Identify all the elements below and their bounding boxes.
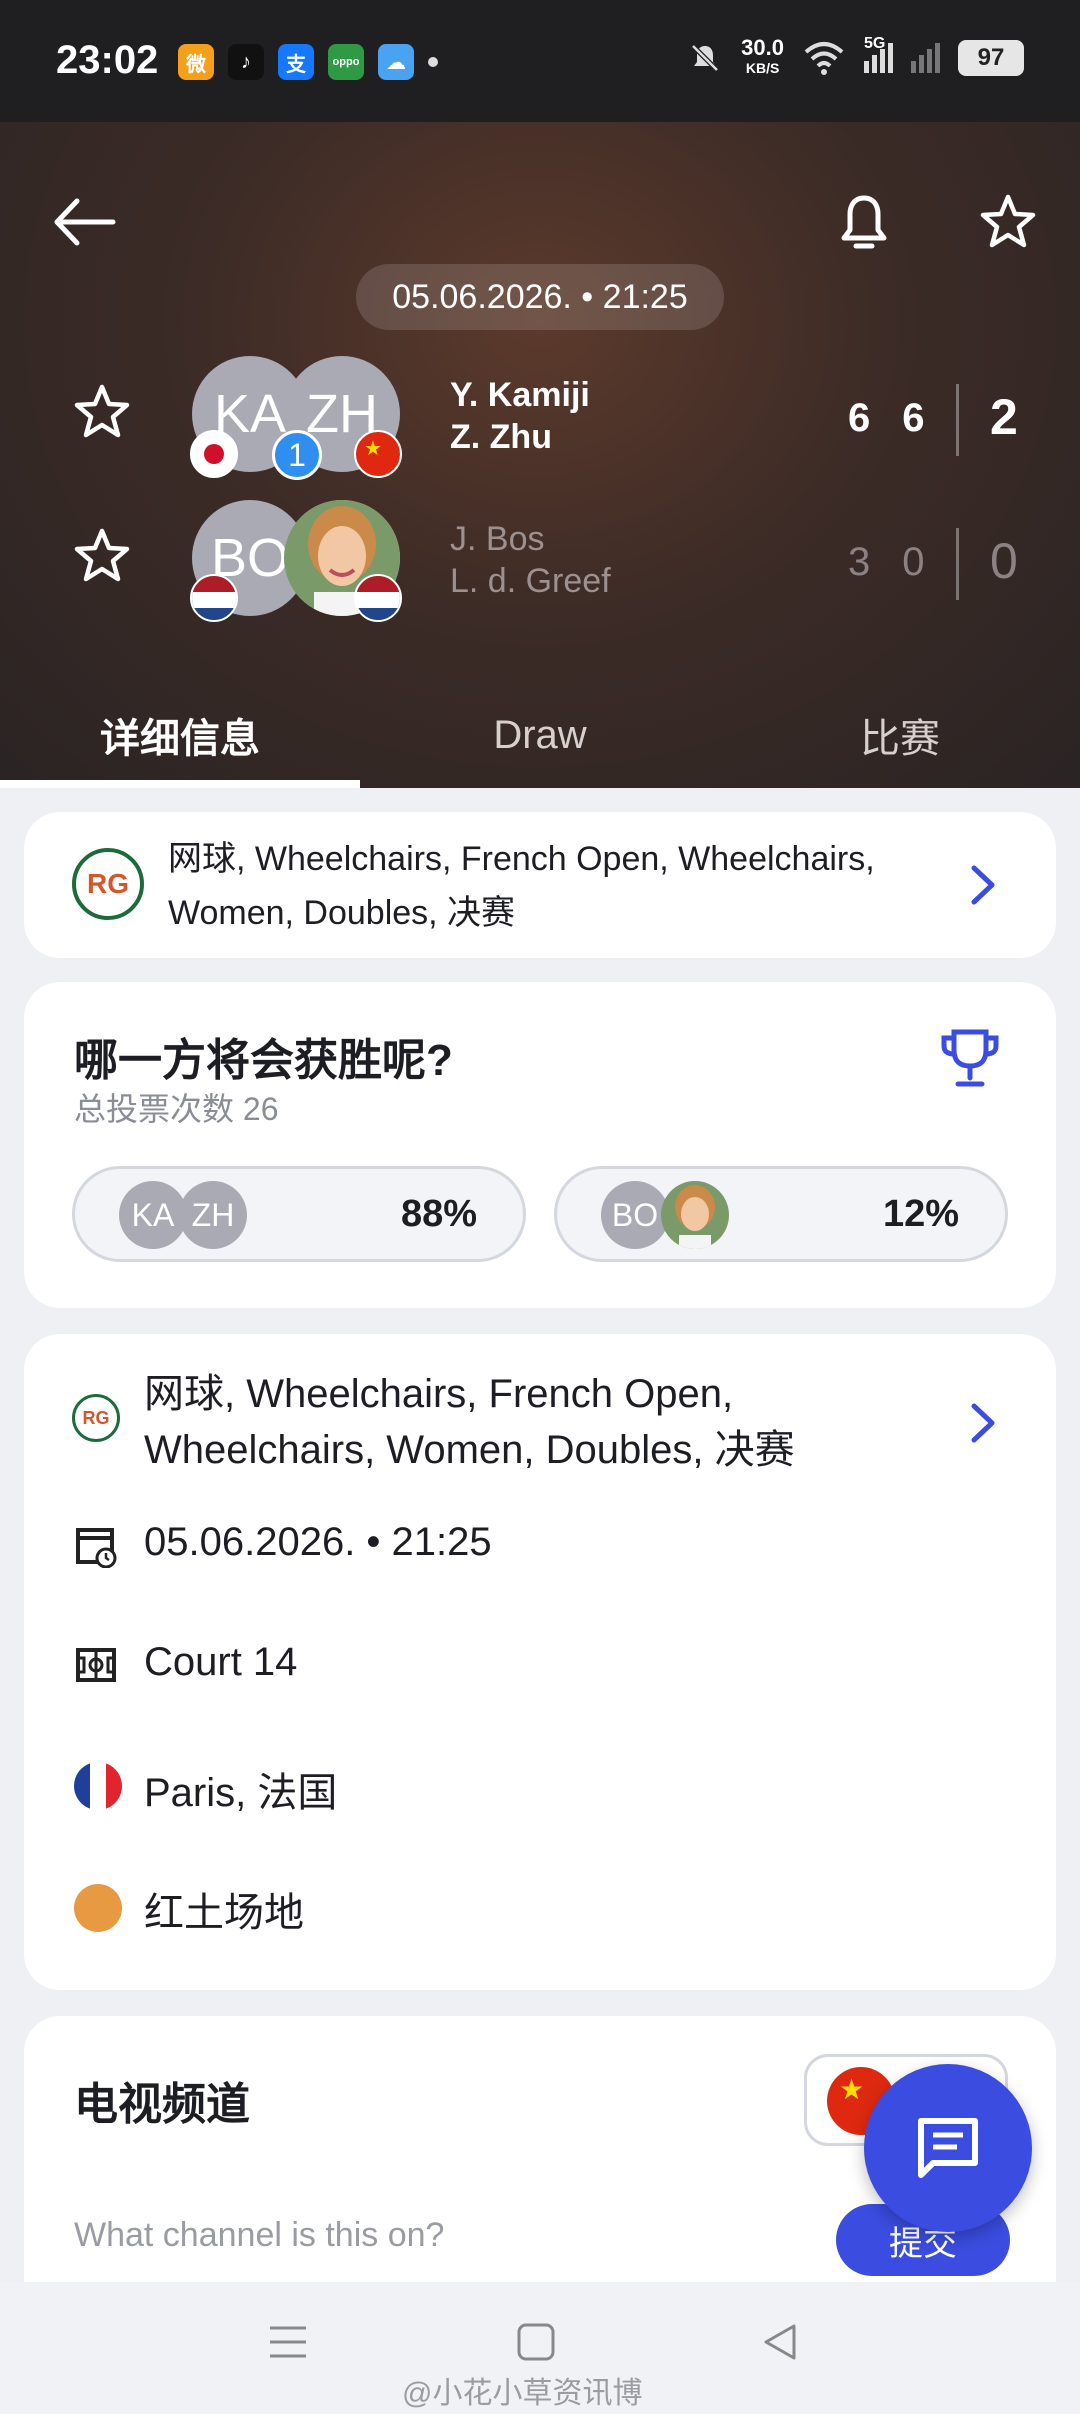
vote-option-team-2[interactable]: BO 12% — [554, 1166, 1008, 1262]
info-surface: 红土场地 — [144, 1891, 304, 1935]
menu-icon[interactable] — [268, 2322, 308, 2362]
back-button[interactable] — [44, 182, 124, 262]
net-speed-value: 30.0 — [741, 35, 784, 60]
battery-indicator: 97 — [958, 40, 1024, 76]
bell-icon — [841, 195, 887, 249]
tab-indicator — [0, 780, 360, 788]
tiktok-icon: ♪ — [228, 44, 264, 80]
tv-title: 电视频道 — [74, 2080, 250, 2129]
netherlands-flag-icon — [190, 574, 238, 622]
roland-garros-logo: RG — [72, 848, 144, 920]
clay-surface-icon — [74, 1884, 122, 1932]
category-card[interactable]: RG 网球, Wheelchairs, French Open, Wheelch… — [24, 812, 1056, 958]
score-divider — [956, 384, 959, 456]
set-score: 3 — [848, 540, 871, 584]
alipay-icon: 支 — [278, 44, 314, 80]
team-1-set-scores: 6 6 — [848, 396, 925, 441]
status-bar: 23:02 微 ♪ 支 oppo ☁ 30.0 KB/S 5G 97 — [0, 0, 1080, 122]
vote-percent: 12% — [882, 1193, 959, 1235]
vote-percent: 88% — [400, 1193, 477, 1235]
tab-matches[interactable]: 比赛 — [720, 682, 1080, 788]
status-time: 23:02 — [56, 38, 159, 82]
info-category[interactable]: 网球, Wheelchairs, French Open, Wheelchair… — [144, 1366, 964, 1478]
cell-signal-2-icon — [911, 43, 940, 73]
avatar: BO — [601, 1181, 669, 1249]
player-name: L. d. Greef — [450, 562, 611, 600]
tv-question: What channel is this on? — [74, 2216, 445, 2254]
team-1-total-score: 2 — [990, 389, 1018, 445]
match-datetime-pill: 05.06.2026. • 21:25 — [356, 264, 724, 330]
oppo-icon: oppo — [328, 44, 364, 80]
team-row-1: KA ZH 1 ★ Y. Kamiji Z. Zhu 6 6 2 — [0, 350, 1080, 480]
poll-card: 哪一方将会获胜呢? 总投票次数 26 KA ZH 88% BO 12% — [24, 982, 1056, 1308]
poll-total-votes: 总投票次数 26 — [74, 1091, 279, 1127]
chevron-right-icon — [971, 865, 995, 905]
status-right: 30.0 KB/S 5G 97 — [687, 35, 1024, 78]
netherlands-flag-icon — [354, 574, 402, 622]
seed-badge: 1 — [272, 430, 322, 480]
set-score: 6 — [848, 396, 871, 440]
category-text: 网球, Wheelchairs, French Open, Wheelchair… — [168, 840, 875, 932]
wifi-icon — [804, 42, 844, 75]
trophy-icon — [941, 1029, 999, 1087]
team-row-2: BO J. Bos L. d. Greef 3 0 0 — [0, 494, 1080, 624]
notification-icons: 微 ♪ 支 oppo ☁ — [178, 44, 438, 80]
match-header: 05.06.2026. • 21:25 KA ZH 1 ★ Y. Kamiji … — [0, 122, 1080, 788]
signal-label: 5G — [864, 35, 886, 52]
favorite-team-1-button[interactable] — [72, 382, 132, 447]
player-name: Z. Zhu — [450, 418, 552, 456]
home-icon[interactable] — [516, 2322, 556, 2362]
star-icon — [980, 194, 1036, 248]
tab-details[interactable]: 详细信息 — [0, 682, 360, 788]
watermark: @小花小草资讯博 — [402, 2377, 643, 2410]
team-2-names: J. Bos L. d. Greef — [450, 518, 611, 602]
net-speed: 30.0 KB/S — [741, 35, 784, 78]
player-name: J. Bos — [450, 520, 545, 558]
star-icon — [74, 528, 130, 582]
team-1-names: Y. Kamiji Z. Zhu — [450, 374, 590, 458]
notification-button[interactable] — [824, 182, 904, 262]
team-2-set-scores: 3 0 — [848, 540, 925, 585]
arrow-left-icon — [54, 198, 116, 246]
score-divider — [956, 528, 959, 600]
favorite-match-button[interactable] — [968, 182, 1048, 262]
more-notifications-dot — [428, 57, 438, 67]
chevron-right-icon — [971, 1403, 995, 1443]
calendar-clock-icon — [76, 1528, 117, 1568]
tab-bar: 详细信息 Draw 比赛 — [0, 682, 1080, 788]
court-icon — [76, 1648, 116, 1682]
avatar: KA — [119, 1181, 187, 1249]
weibo-icon: 微 — [178, 44, 214, 80]
weather-icon: ☁ — [378, 44, 414, 80]
info-court: Court 14 — [144, 1640, 298, 1684]
vote-option-team-1[interactable]: KA ZH 88% — [72, 1166, 526, 1262]
player-photo-icon — [675, 1185, 715, 1249]
player-name: Y. Kamiji — [450, 376, 590, 414]
favorite-team-2-button[interactable] — [72, 526, 132, 591]
avatar: ZH — [179, 1181, 247, 1249]
tab-draw[interactable]: Draw — [360, 682, 720, 788]
roland-garros-logo: RG — [72, 1394, 120, 1442]
star-icon — [74, 384, 130, 438]
back-triangle-icon[interactable] — [760, 2322, 800, 2362]
set-score: 6 — [902, 396, 925, 440]
set-score: 0 — [902, 540, 925, 584]
match-info-card: RG 网球, Wheelchairs, French Open, Wheelch… — [24, 1334, 1056, 1990]
info-location: Paris, 法国 — [144, 1771, 338, 1815]
china-flag-icon: ★ — [354, 430, 402, 478]
poll-title: 哪一方将会获胜呢? — [74, 1036, 453, 1085]
cell-signal-icon: 5G — [864, 35, 893, 73]
france-flag-icon — [74, 1762, 122, 1810]
net-speed-unit: KB/S — [745, 60, 780, 76]
japan-flag-icon — [190, 430, 238, 478]
info-datetime: 05.06.2026. • 21:25 — [144, 1520, 492, 1564]
player-photo-avatar — [661, 1181, 729, 1249]
chat-fab-button[interactable] — [864, 2064, 1032, 2232]
mute-bell-icon — [691, 44, 719, 72]
chat-icon — [918, 2118, 978, 2178]
team-2-total-score: 0 — [990, 533, 1018, 589]
